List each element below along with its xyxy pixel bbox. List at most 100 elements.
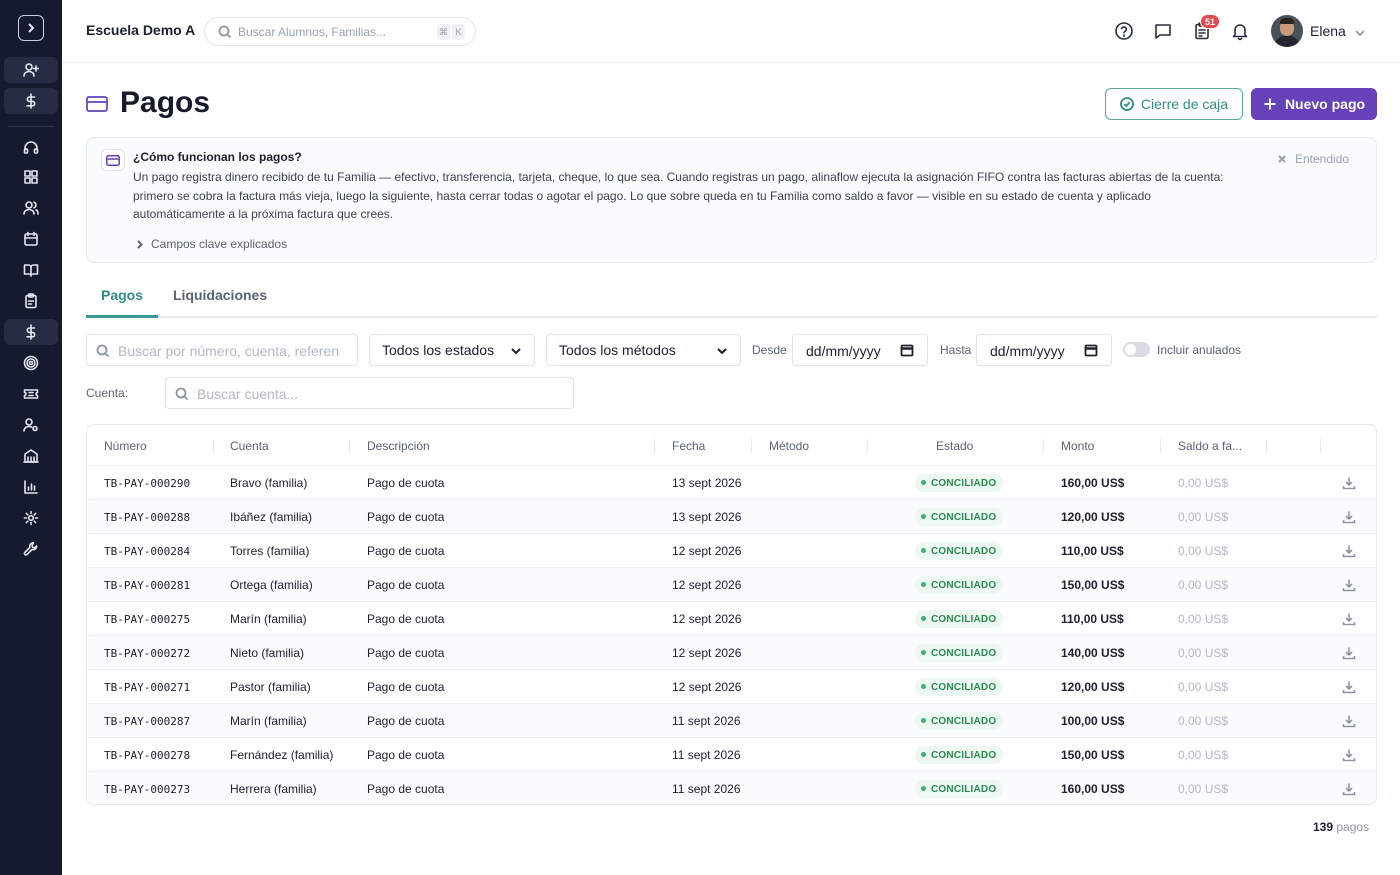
sidebar-item-invoices[interactable] <box>4 288 58 314</box>
active-tab-indicator <box>86 315 158 318</box>
cell-account[interactable]: Ortega (familia) <box>230 578 313 592</box>
download-receipt-button[interactable] <box>1342 748 1356 762</box>
cell-account[interactable]: Nieto (familia) <box>230 646 304 660</box>
sidebar-item-add-student[interactable] <box>4 57 58 83</box>
ticket-icon <box>23 389 39 399</box>
sidebar-item-tools[interactable] <box>4 536 58 562</box>
sidebar-item-tickets[interactable] <box>4 381 58 407</box>
help-button[interactable] <box>1114 21 1134 41</box>
global-search-input[interactable]: Buscar Alumnos, Familias... ⌘ K <box>204 17 476 46</box>
status-badge: CONCILIADO <box>915 542 1004 560</box>
cell-account[interactable]: Herrera (familia) <box>230 782 317 796</box>
cell-number[interactable]: TB-PAY-000288 <box>104 511 190 524</box>
sidebar-item-reports[interactable] <box>4 474 58 500</box>
cell-balance: 0,00 US$ <box>1178 646 1229 660</box>
sidebar-item-support[interactable] <box>4 135 58 161</box>
column-header-date[interactable]: Fecha <box>672 439 705 453</box>
download-receipt-button[interactable] <box>1342 782 1356 796</box>
cell-number[interactable]: TB-PAY-000278 <box>104 749 190 762</box>
table-row[interactable]: TB-PAY-000284 Torres (familia) Pago de c… <box>87 533 1376 567</box>
sidebar-item-courses[interactable] <box>4 257 58 283</box>
download-receipt-button[interactable] <box>1342 510 1356 524</box>
table-row[interactable]: TB-PAY-000287 Marín (familia) Pago de cu… <box>87 703 1376 737</box>
table-row[interactable]: TB-PAY-000278 Fernández (familia) Pago d… <box>87 737 1376 771</box>
sidebar-item-payments[interactable] <box>4 319 58 345</box>
column-header-account[interactable]: Cuenta <box>230 439 269 453</box>
sidebar-item-school[interactable] <box>4 443 58 469</box>
column-header-description[interactable]: Descripción <box>367 439 430 453</box>
sidebar-item-settings[interactable] <box>4 505 58 531</box>
cell-date: 12 sept 2026 <box>672 612 742 626</box>
to-date-input[interactable]: dd/mm/yyyy <box>976 334 1112 366</box>
column-header-balance[interactable]: Saldo a fa... <box>1178 439 1242 453</box>
calendar-icon <box>900 344 914 357</box>
table-row[interactable]: TB-PAY-000272 Nieto (familia) Pago de cu… <box>87 635 1376 669</box>
cell-account[interactable]: Marín (familia) <box>230 612 307 626</box>
column-header-number[interactable]: Número <box>104 439 147 453</box>
sidebar-item-calendar[interactable] <box>4 226 58 252</box>
download-receipt-button[interactable] <box>1342 544 1356 558</box>
payments-search-input[interactable]: Buscar por número, cuenta, referen <box>86 334 358 366</box>
tab-settlements[interactable]: Liquidaciones <box>173 287 267 303</box>
cell-number[interactable]: TB-PAY-000287 <box>104 715 190 728</box>
download-receipt-button[interactable] <box>1342 476 1356 490</box>
sidebar-expand-button[interactable] <box>18 15 44 41</box>
include-voided-toggle[interactable] <box>1123 342 1150 357</box>
cell-number[interactable]: TB-PAY-000272 <box>104 647 190 660</box>
cell-account[interactable]: Bravo (familia) <box>230 476 307 490</box>
target-icon <box>23 355 39 371</box>
global-search-placeholder: Buscar Alumnos, Familias... <box>238 25 387 39</box>
column-header-amount[interactable]: Monto <box>1061 439 1094 453</box>
table-row[interactable]: TB-PAY-000273 Herrera (familia) Pago de … <box>87 771 1376 804</box>
column-header-status[interactable]: Estado <box>936 439 973 453</box>
download-receipt-button[interactable] <box>1342 680 1356 694</box>
status-badge: CONCILIADO <box>915 644 1004 662</box>
cell-account[interactable]: Marín (familia) <box>230 714 307 728</box>
download-receipt-button[interactable] <box>1342 714 1356 728</box>
cell-account[interactable]: Fernández (familia) <box>230 748 333 762</box>
table-row[interactable]: TB-PAY-000290 Bravo (familia) Pago de cu… <box>87 465 1376 499</box>
new-payment-button[interactable]: Nuevo pago <box>1251 88 1377 120</box>
table-row[interactable]: TB-PAY-000271 Pastor (familia) Pago de c… <box>87 669 1376 703</box>
user-avatar[interactable] <box>1271 15 1303 47</box>
notifications-button[interactable] <box>1230 21 1250 41</box>
sidebar-item-families[interactable] <box>4 195 58 221</box>
status-select[interactable]: Todos los estados <box>369 334 535 366</box>
account-search-input[interactable]: Buscar cuenta... <box>165 377 574 409</box>
method-select[interactable]: Todos los métodos <box>546 334 741 366</box>
key-fields-toggle[interactable]: Campos clave explicados <box>135 237 287 251</box>
from-date-input[interactable]: dd/mm/yyyy <box>792 334 928 366</box>
cell-number[interactable]: TB-PAY-000290 <box>104 477 190 490</box>
user-menu-chevron[interactable] <box>1354 26 1366 38</box>
column-header-method[interactable]: Método <box>769 439 809 453</box>
download-receipt-button[interactable] <box>1342 578 1356 592</box>
status-badge: CONCILIADO <box>915 678 1004 696</box>
cell-account[interactable]: Ibáñez (familia) <box>230 510 312 524</box>
table-row[interactable]: TB-PAY-000275 Marín (familia) Pago de cu… <box>87 601 1376 635</box>
table-row[interactable]: TB-PAY-000281 Ortega (familia) Pago de c… <box>87 567 1376 601</box>
cash-close-label: Cierre de caja <box>1140 96 1229 112</box>
sidebar-item-goals[interactable] <box>4 350 58 376</box>
messages-button[interactable] <box>1153 21 1173 41</box>
cell-number[interactable]: TB-PAY-000273 <box>104 783 190 796</box>
download-receipt-button[interactable] <box>1342 646 1356 660</box>
cell-date: 12 sept 2026 <box>672 578 742 592</box>
sidebar-item-staff[interactable] <box>4 412 58 438</box>
info-dismiss-button[interactable]: Entendido <box>1278 152 1349 166</box>
cell-number[interactable]: TB-PAY-000271 <box>104 681 190 694</box>
user-name[interactable]: Elena <box>1310 23 1346 39</box>
download-receipt-button[interactable] <box>1342 612 1356 626</box>
cell-number[interactable]: TB-PAY-000275 <box>104 613 190 626</box>
sidebar-item-quick-payment[interactable] <box>4 88 58 114</box>
message-square-icon <box>1155 24 1171 39</box>
cell-account[interactable]: Torres (familia) <box>230 544 309 558</box>
cash-close-button[interactable]: Cierre de caja <box>1105 88 1243 120</box>
cell-number[interactable]: TB-PAY-000281 <box>104 579 190 592</box>
sidebar-item-dashboard[interactable] <box>4 164 58 190</box>
cell-number[interactable]: TB-PAY-000284 <box>104 545 190 558</box>
cell-date: 11 sept 2026 <box>672 748 741 762</box>
status-badge: CONCILIADO <box>915 576 1004 594</box>
cell-account[interactable]: Pastor (familia) <box>230 680 311 694</box>
table-row[interactable]: TB-PAY-000288 Ibáñez (familia) Pago de c… <box>87 499 1376 533</box>
tab-payments[interactable]: Pagos <box>101 287 143 303</box>
